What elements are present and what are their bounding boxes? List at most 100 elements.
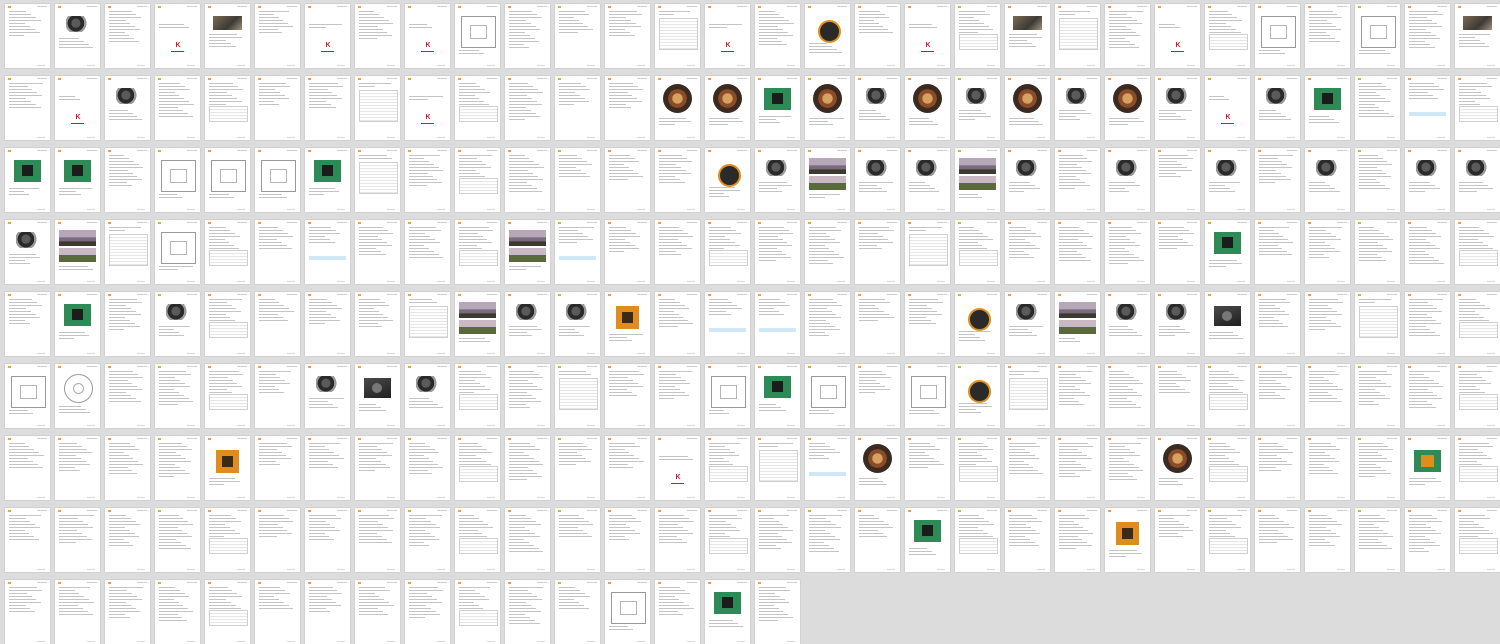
page-thumbnail[interactable] bbox=[105, 148, 150, 212]
page-thumbnail[interactable] bbox=[1255, 508, 1300, 572]
page-thumbnail[interactable] bbox=[605, 508, 650, 572]
page-thumbnail[interactable]: K bbox=[305, 4, 350, 68]
page-thumbnail[interactable] bbox=[205, 580, 250, 644]
page-thumbnail[interactable] bbox=[755, 148, 800, 212]
page-thumbnail[interactable] bbox=[155, 148, 200, 212]
page-thumbnail[interactable] bbox=[105, 220, 150, 284]
page-thumbnail[interactable]: K bbox=[55, 76, 100, 140]
page-thumbnail[interactable] bbox=[505, 148, 550, 212]
page-thumbnail[interactable] bbox=[1055, 76, 1100, 140]
page-thumbnail[interactable] bbox=[455, 364, 500, 428]
page-thumbnail[interactable] bbox=[5, 436, 50, 500]
page-thumbnail[interactable] bbox=[5, 364, 50, 428]
page-thumbnail[interactable] bbox=[705, 148, 750, 212]
page-thumbnail[interactable] bbox=[905, 436, 950, 500]
page-thumbnail[interactable] bbox=[905, 220, 950, 284]
page-thumbnail[interactable] bbox=[355, 580, 400, 644]
page-thumbnail[interactable] bbox=[1155, 76, 1200, 140]
page-thumbnail[interactable] bbox=[1255, 76, 1300, 140]
page-thumbnail[interactable] bbox=[305, 364, 350, 428]
page-thumbnail[interactable] bbox=[555, 436, 600, 500]
page-thumbnail[interactable] bbox=[155, 436, 200, 500]
page-thumbnail[interactable] bbox=[455, 4, 500, 68]
page-thumbnail[interactable] bbox=[655, 76, 700, 140]
page-thumbnail[interactable] bbox=[505, 436, 550, 500]
page-thumbnail[interactable] bbox=[1405, 76, 1450, 140]
page-thumbnail[interactable] bbox=[1155, 436, 1200, 500]
page-thumbnail[interactable] bbox=[1055, 220, 1100, 284]
page-thumbnail[interactable] bbox=[605, 4, 650, 68]
page-thumbnail[interactable] bbox=[655, 220, 700, 284]
page-thumbnail[interactable] bbox=[555, 220, 600, 284]
page-thumbnail[interactable] bbox=[1155, 220, 1200, 284]
page-thumbnail[interactable] bbox=[1255, 4, 1300, 68]
page-thumbnail[interactable] bbox=[555, 508, 600, 572]
page-thumbnail[interactable] bbox=[405, 508, 450, 572]
page-thumbnail[interactable] bbox=[305, 580, 350, 644]
page-thumbnail[interactable] bbox=[105, 364, 150, 428]
page-thumbnail[interactable] bbox=[1155, 292, 1200, 356]
page-thumbnail[interactable] bbox=[555, 4, 600, 68]
page-thumbnail[interactable] bbox=[1455, 220, 1500, 284]
page-thumbnail[interactable] bbox=[705, 76, 750, 140]
page-thumbnail[interactable] bbox=[55, 4, 100, 68]
page-thumbnail[interactable] bbox=[655, 148, 700, 212]
page-thumbnail[interactable] bbox=[855, 76, 900, 140]
page-thumbnail[interactable] bbox=[605, 364, 650, 428]
page-thumbnail[interactable] bbox=[355, 292, 400, 356]
page-thumbnail[interactable] bbox=[305, 76, 350, 140]
page-thumbnail[interactable] bbox=[305, 148, 350, 212]
page-thumbnail[interactable]: K bbox=[1155, 4, 1200, 68]
page-thumbnail[interactable] bbox=[205, 364, 250, 428]
page-thumbnail[interactable] bbox=[1255, 436, 1300, 500]
page-thumbnail[interactable]: K bbox=[1205, 76, 1250, 140]
page-thumbnail[interactable] bbox=[205, 220, 250, 284]
page-thumbnail[interactable] bbox=[1055, 292, 1100, 356]
page-thumbnail[interactable] bbox=[855, 508, 900, 572]
page-thumbnail[interactable] bbox=[855, 220, 900, 284]
page-thumbnail[interactable] bbox=[1405, 4, 1450, 68]
page-thumbnail[interactable] bbox=[105, 76, 150, 140]
page-thumbnail[interactable] bbox=[855, 364, 900, 428]
page-thumbnail[interactable] bbox=[955, 4, 1000, 68]
page-thumbnail[interactable] bbox=[1355, 220, 1400, 284]
page-thumbnail[interactable] bbox=[1205, 148, 1250, 212]
page-thumbnail[interactable] bbox=[355, 508, 400, 572]
page-thumbnail[interactable] bbox=[1455, 148, 1500, 212]
page-thumbnail[interactable] bbox=[1455, 436, 1500, 500]
page-thumbnail[interactable] bbox=[555, 364, 600, 428]
page-thumbnail[interactable] bbox=[1005, 292, 1050, 356]
page-thumbnail[interactable] bbox=[255, 508, 300, 572]
page-thumbnail[interactable] bbox=[655, 508, 700, 572]
page-thumbnail[interactable] bbox=[1405, 364, 1450, 428]
page-thumbnail[interactable] bbox=[1405, 148, 1450, 212]
page-thumbnail[interactable] bbox=[805, 508, 850, 572]
page-thumbnail[interactable] bbox=[755, 76, 800, 140]
page-thumbnail[interactable] bbox=[405, 364, 450, 428]
page-thumbnail[interactable] bbox=[105, 436, 150, 500]
page-thumbnail[interactable] bbox=[305, 220, 350, 284]
page-thumbnail[interactable] bbox=[805, 292, 850, 356]
page-thumbnail[interactable] bbox=[355, 364, 400, 428]
page-thumbnail[interactable] bbox=[1105, 148, 1150, 212]
page-thumbnail[interactable] bbox=[205, 4, 250, 68]
page-thumbnail[interactable] bbox=[705, 364, 750, 428]
page-thumbnail[interactable] bbox=[255, 580, 300, 644]
page-thumbnail[interactable] bbox=[505, 220, 550, 284]
page-thumbnail[interactable]: K bbox=[655, 436, 700, 500]
page-thumbnail[interactable] bbox=[55, 580, 100, 644]
page-thumbnail[interactable] bbox=[1155, 364, 1200, 428]
page-thumbnail[interactable] bbox=[305, 292, 350, 356]
page-thumbnail[interactable] bbox=[205, 148, 250, 212]
page-thumbnail[interactable] bbox=[955, 76, 1000, 140]
page-thumbnail[interactable] bbox=[55, 364, 100, 428]
page-thumbnail[interactable] bbox=[505, 76, 550, 140]
page-thumbnail[interactable] bbox=[1205, 220, 1250, 284]
page-thumbnail[interactable] bbox=[205, 292, 250, 356]
page-thumbnail[interactable] bbox=[605, 580, 650, 644]
page-thumbnail[interactable] bbox=[805, 436, 850, 500]
page-thumbnail[interactable] bbox=[205, 508, 250, 572]
page-thumbnail[interactable] bbox=[1455, 76, 1500, 140]
page-thumbnail[interactable] bbox=[155, 508, 200, 572]
page-thumbnail[interactable] bbox=[355, 436, 400, 500]
